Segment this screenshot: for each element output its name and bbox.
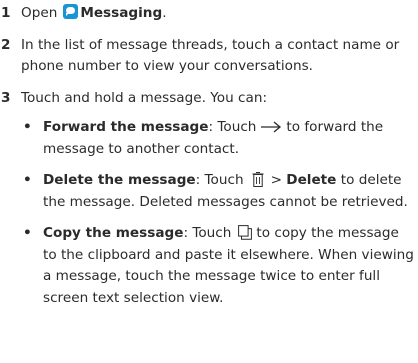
step-2: 2 In the list of message threads, touch … [1, 35, 415, 78]
option-lead: : Touch [183, 225, 232, 241]
copy-icon [238, 225, 253, 240]
step-number: 3 [1, 89, 11, 106]
bullet: • [23, 225, 32, 241]
step-number: 1 [1, 5, 11, 21]
list-item-copy: • Copy the message: Touch to copy the mes… [21, 223, 415, 309]
list-item-forward: • Forward the message: Touch to forward t… [21, 117, 415, 160]
step-text: In the list of message threads, touch a … [21, 36, 400, 75]
trash-icon [252, 172, 264, 187]
option-lead: : Touch [195, 172, 244, 188]
option-title: Delete the message [43, 172, 196, 188]
step-text: Touch and hold a message. You can: [21, 89, 268, 106]
bullet: • [23, 119, 32, 135]
app-name: Messaging [80, 5, 163, 21]
step-number: 2 [1, 36, 11, 53]
messaging-app-icon [63, 4, 79, 19]
option-lead: : Touch [208, 119, 257, 135]
arrow-right-icon [260, 120, 282, 134]
delete-label: Delete [286, 172, 337, 188]
step-text-end: . [162, 5, 167, 21]
option-separator: > [270, 172, 282, 188]
step-3: 3 Touch and hold a message. You can: [1, 88, 415, 110]
message-options-list: • Forward the message: Touch to forward t… [1, 117, 415, 309]
step-1: 1 Open Messaging. [1, 3, 415, 25]
bullet: • [23, 172, 32, 188]
list-item-delete: • Delete the message: Touch > Delete to d… [21, 170, 415, 213]
step-text: Open [21, 5, 58, 21]
instructions-document: 1 Open Messaging. 2 In the list of messag… [1, 3, 415, 319]
option-title: Forward the message [43, 119, 209, 135]
option-title: Copy the message [43, 225, 184, 241]
